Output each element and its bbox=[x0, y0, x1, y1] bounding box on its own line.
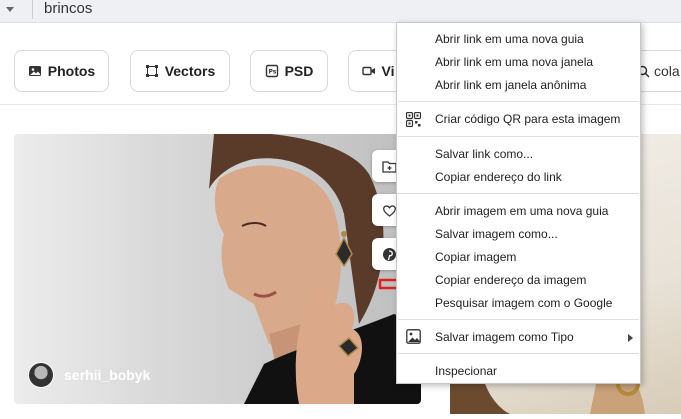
image-icon bbox=[406, 329, 421, 344]
menu-separator bbox=[398, 136, 639, 137]
svg-text:Ps: Ps bbox=[268, 69, 276, 76]
menu-item-copy-image-address[interactable]: Copiar endereço da imagem bbox=[435, 270, 586, 290]
vector-icon bbox=[145, 65, 158, 77]
video-icon bbox=[361, 66, 375, 76]
menu-item-create-qr-code[interactable]: Criar código QR para esta imagem bbox=[435, 109, 620, 129]
filter-label: Vi bbox=[381, 63, 395, 79]
menu-item-save-link-as[interactable]: Salvar link como... bbox=[435, 144, 533, 164]
search-input-value: cola bbox=[654, 63, 680, 79]
avatar bbox=[28, 362, 54, 388]
menu-item-save-image-as-type[interactable]: Salvar imagem como Tipo bbox=[435, 327, 574, 347]
filter-psd-button[interactable]: Ps PSD bbox=[250, 50, 328, 92]
menu-separator bbox=[398, 101, 639, 102]
search-query[interactable]: brincos bbox=[44, 0, 92, 17]
filter-label: Vectors bbox=[164, 63, 216, 79]
pinterest-icon bbox=[382, 247, 396, 261]
context-menu: Abrir link em uma nova guia Abrir link e… bbox=[396, 22, 641, 384]
filter-label: Photos bbox=[47, 63, 96, 79]
photo-card[interactable]: serhii_bobyk bbox=[14, 134, 421, 404]
menu-item-open-link-new-window[interactable]: Abrir link em uma nova janela bbox=[435, 52, 593, 72]
filter-vectors-button[interactable]: Vectors bbox=[130, 50, 230, 92]
menu-item-open-link-incognito[interactable]: Abrir link em janela anônima bbox=[435, 75, 586, 95]
menu-item-open-link-new-tab[interactable]: Abrir link em uma nova guia bbox=[435, 29, 584, 49]
author-name: serhii_bobyk bbox=[64, 367, 151, 383]
divider bbox=[32, 0, 33, 19]
filter-photos-button[interactable]: Photos bbox=[14, 50, 109, 92]
image-icon bbox=[28, 66, 41, 76]
search-bar[interactable]: brincos bbox=[0, 0, 681, 23]
menu-item-save-image-as[interactable]: Salvar imagem como... bbox=[435, 224, 558, 244]
menu-item-copy-link-address[interactable]: Copiar endereço do link bbox=[435, 167, 562, 187]
chevron-right-icon bbox=[628, 334, 633, 342]
heart-icon bbox=[382, 204, 396, 217]
menu-separator bbox=[398, 193, 639, 194]
psd-icon: Ps bbox=[265, 64, 278, 78]
chevron-down-icon[interactable] bbox=[6, 7, 14, 12]
menu-item-search-image-google[interactable]: Pesquisar imagem com o Google bbox=[435, 293, 612, 313]
filter-label: PSD bbox=[284, 63, 314, 79]
menu-item-copy-image[interactable]: Copiar imagem bbox=[435, 247, 516, 267]
folder-plus-icon bbox=[381, 160, 397, 173]
author-link[interactable]: serhii_bobyk bbox=[28, 362, 150, 388]
menu-separator bbox=[398, 353, 639, 354]
menu-item-inspect[interactable]: Inspecionar bbox=[435, 361, 497, 381]
qr-code-icon bbox=[406, 112, 421, 127]
menu-item-open-image-new-tab[interactable]: Abrir imagem em uma nova guia bbox=[435, 201, 608, 221]
menu-separator bbox=[398, 319, 639, 320]
